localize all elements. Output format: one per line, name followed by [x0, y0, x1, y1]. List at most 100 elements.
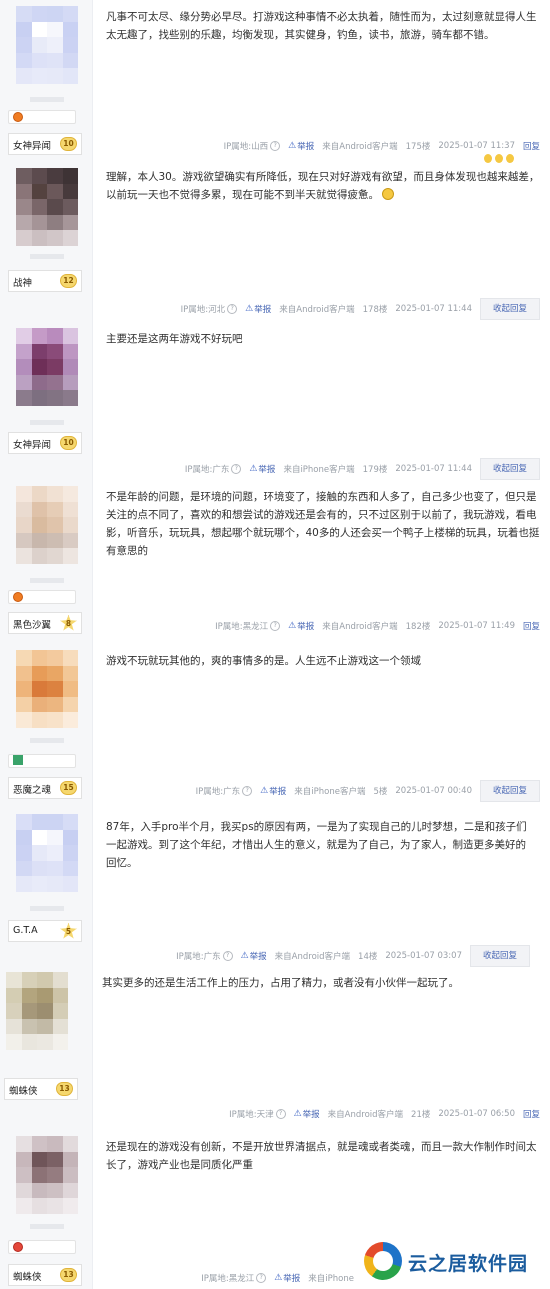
collapse-reply-button[interactable]: 收起回复 [479, 458, 540, 480]
collapse-reply-button[interactable]: 收起回复 [479, 298, 540, 320]
report-link[interactable]: 举报 [283, 1272, 300, 1284]
warning-triangle-icon[interactable]: ⚠ [260, 786, 268, 796]
ip-location: IP属地:黑龙江 [215, 622, 269, 632]
report-link[interactable]: 举报 [297, 140, 314, 152]
post-time: 2025-01-07 11:44 [395, 464, 472, 474]
avatar[interactable] [6, 972, 68, 1050]
help-icon[interactable]: ? [270, 141, 281, 151]
user-badge[interactable]: G.T.A 5 [8, 920, 82, 942]
floor-number: 182楼 [405, 622, 431, 632]
post-meta: IP属地:河北? ⚠ 举报 来自Android客户端 178楼 2025-01-0… [180, 298, 540, 320]
level-badge-icon: 13 [60, 1268, 77, 1282]
floor-number: 178楼 [362, 305, 388, 315]
warning-triangle-icon[interactable]: ⚠ [245, 304, 253, 314]
post-meta: IP属地:山西? ⚠ 举报 来自Android客户端 175楼 2025-01-0… [224, 136, 540, 156]
warning-triangle-icon[interactable]: ⚠ [288, 621, 296, 631]
smile-emoji-icon [382, 188, 395, 200]
client-source: 来自iPhone客户端 [283, 465, 355, 475]
tag-icon [13, 755, 23, 765]
report-link[interactable]: 举报 [250, 950, 267, 962]
post-content: 87年，入手pro半个月，我买ps的原因有两，一是为了实现自己的儿时梦想，二是和… [106, 821, 527, 869]
client-source: 来自iPhone客户端 [294, 787, 366, 797]
help-icon[interactable]: ? [256, 1273, 267, 1283]
post-2: 战神 12 理解，本人30。游戏欲望确实有所降低，现在只对好游戏有欲望，而且身体… [0, 160, 550, 320]
reply-link[interactable]: 回复 [523, 1108, 540, 1120]
watermark-logo: 云之居软件园 [360, 1236, 546, 1286]
username[interactable]: 恶魔之魂 [13, 782, 51, 796]
avatar[interactable] [16, 650, 78, 728]
post-content: 游戏不玩就玩其他的，爽的事情多的是。人生远不止游戏这一个领域 [106, 655, 421, 667]
post-meta: IP属地:天津? ⚠ 举报 来自Android客户端 21楼 2025-01-07… [229, 1104, 540, 1124]
user-badge[interactable]: 女神异闻 10 [8, 133, 82, 155]
user-badge[interactable]: 蜘蛛侠 13 [8, 1264, 82, 1286]
level-badge-icon: 5 [60, 923, 77, 939]
ip-location: IP属地:河北 [180, 305, 226, 315]
warning-triangle-icon[interactable]: ⚠ [294, 1109, 302, 1119]
avatar-caption [30, 97, 64, 102]
user-icon-slot [8, 590, 76, 604]
ip-location: IP属地:广东 [195, 787, 241, 797]
warning-triangle-icon[interactable]: ⚠ [288, 141, 296, 151]
flower-icon [13, 1242, 23, 1252]
help-icon[interactable]: ? [275, 1109, 286, 1119]
avatar-caption [30, 1224, 64, 1229]
username[interactable]: 女神异闻 [13, 138, 51, 152]
post-content: 理解，本人30。游戏欲望确实有所降低，现在只对好游戏有欲望，而且身体发现也越来越… [106, 168, 540, 204]
warning-triangle-icon[interactable]: ⚠ [241, 951, 249, 961]
username[interactable]: G.T.A [13, 925, 38, 936]
username[interactable]: 蜘蛛侠 [13, 1269, 42, 1283]
floor-number: 21楼 [411, 1110, 431, 1120]
username[interactable]: 黑色沙翼 [13, 617, 51, 631]
report-link[interactable]: 举报 [297, 620, 314, 632]
reply-link[interactable]: 回复 [523, 140, 540, 152]
post-time: 2025-01-07 06:50 [438, 1109, 515, 1119]
floor-number: 175楼 [405, 142, 431, 152]
help-icon[interactable]: ? [242, 786, 253, 796]
warning-triangle-icon[interactable]: ⚠ [274, 1273, 282, 1283]
ip-location: IP属地:天津 [229, 1110, 274, 1120]
fire-icon [13, 592, 23, 602]
avatar-caption [30, 420, 64, 425]
collapse-reply-button[interactable]: 收起回复 [469, 945, 530, 967]
avatar[interactable] [16, 486, 78, 564]
post-meta: IP属地:广东? ⚠ 举报 来自iPhone客户端 179楼 2025-01-07… [185, 458, 540, 480]
username[interactable]: 女神异闻 [13, 437, 51, 451]
avatar[interactable] [16, 814, 78, 892]
post-time: 2025-01-07 11:37 [438, 141, 515, 151]
client-source: 来自Android客户端 [322, 142, 398, 152]
user-badge[interactable]: 女神异闻 10 [8, 432, 82, 454]
post-content: 还是现在的游戏没有创新，不是开放世界清据点，就是魂或者类魂，而且一款大作制作时间… [106, 1141, 537, 1171]
ip-location: IP属地:山西 [223, 142, 269, 152]
avatar-caption [30, 578, 64, 583]
avatar[interactable] [16, 328, 78, 406]
collapse-reply-button[interactable]: 收起回复 [479, 780, 540, 802]
avatar-caption [30, 906, 64, 911]
user-badge[interactable]: 黑色沙翼 8 [8, 612, 82, 634]
report-link[interactable]: 举报 [269, 785, 286, 797]
user-badge[interactable]: 蜘蛛侠 13 [4, 1078, 78, 1100]
ip-location: IP属地:黑龙江 [201, 1274, 255, 1284]
user-icon-slot [8, 754, 76, 768]
help-icon[interactable]: ? [222, 951, 233, 961]
reply-link[interactable]: 回复 [523, 620, 540, 632]
post-meta: IP属地:广东? ⚠ 举报 来自Android客户端 14楼 2025-01-07… [176, 945, 530, 967]
user-badge[interactable]: 恶魔之魂 15 [8, 777, 82, 799]
help-icon[interactable]: ? [227, 304, 238, 314]
user-badge[interactable]: 战神 12 [8, 270, 82, 292]
help-icon[interactable]: ? [231, 464, 242, 474]
floor-number: 14楼 [358, 952, 378, 962]
help-icon[interactable]: ? [270, 621, 281, 631]
username[interactable]: 蜘蛛侠 [9, 1083, 38, 1097]
level-badge-icon: 15 [60, 781, 77, 795]
report-link[interactable]: 举报 [258, 463, 275, 475]
username[interactable]: 战神 [13, 275, 32, 289]
client-source: 来自Android客户端 [279, 305, 355, 315]
avatar[interactable] [16, 168, 78, 246]
avatar[interactable] [16, 6, 78, 84]
post-meta: IP属地:黑龙江? ⚠ 举报 来自iPhone [201, 1268, 354, 1288]
avatar[interactable] [16, 1136, 78, 1214]
report-link[interactable]: 举报 [303, 1108, 320, 1120]
client-source: 来自Android客户端 [274, 952, 351, 962]
warning-triangle-icon[interactable]: ⚠ [249, 464, 257, 474]
report-link[interactable]: 举报 [254, 303, 271, 315]
